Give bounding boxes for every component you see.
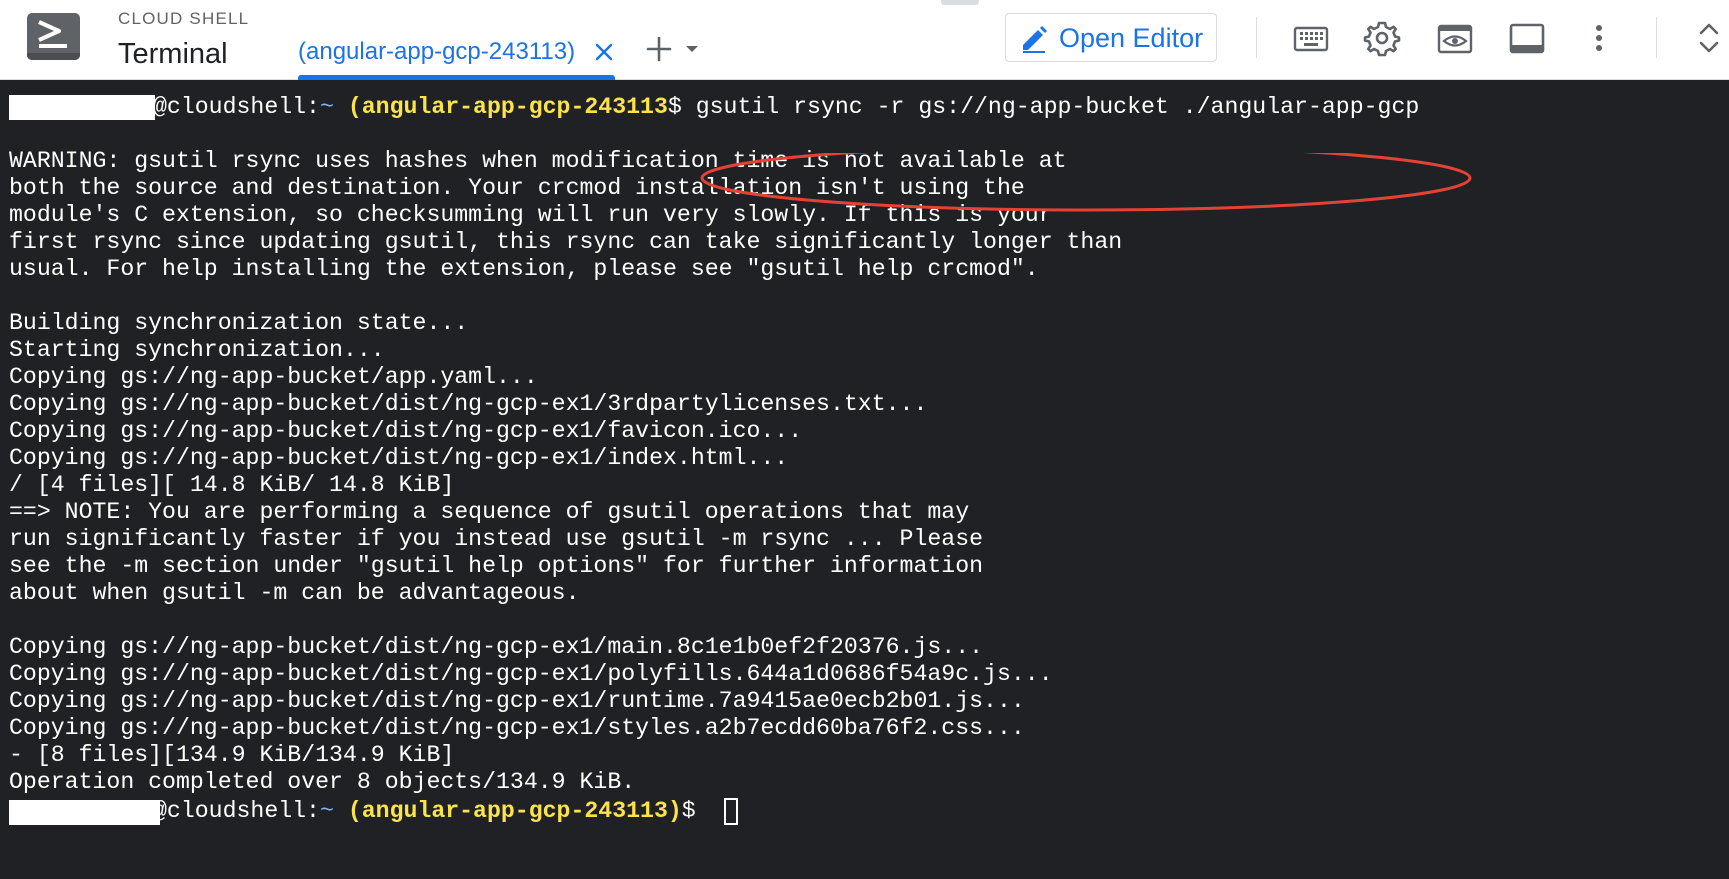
command-text: gsutil rsync -r gs://ng-app-bucket ./ang…	[681, 94, 1420, 120]
output-line: - [8 files][134.9 KiB/134.9 KiB]	[9, 742, 455, 768]
prompt-project: (angular-app-gcp-243113)	[347, 798, 682, 824]
close-icon[interactable]	[592, 40, 616, 64]
output-line: both the source and destination. Your cr…	[9, 175, 1025, 201]
output-line: Operation completed over 8 objects/134.9…	[9, 769, 636, 795]
output-line: Copying gs://ng-app-bucket/dist/ng-gcp-e…	[9, 418, 803, 444]
product-name: CLOUD SHELL	[118, 9, 250, 28]
terminal-app-icon	[27, 13, 80, 60]
output-line: Copying gs://ng-app-bucket/dist/ng-gcp-e…	[9, 634, 984, 660]
cloud-shell-header: CLOUD SHELL Terminal (angular-app-gcp-24…	[0, 0, 1729, 80]
output-line: Starting synchronization...	[9, 337, 385, 363]
plus-icon	[646, 36, 698, 62]
prompt-host: @cloudshell:	[153, 798, 320, 824]
keyboard-icon[interactable]	[1291, 18, 1331, 58]
output-line: run significantly faster if you instead …	[9, 526, 984, 552]
terminal-cursor	[724, 798, 738, 825]
redacted-username	[9, 800, 160, 825]
prompt-dollar: $	[681, 798, 696, 824]
output-line: usual. For help installing the extension…	[9, 256, 1039, 282]
output-line: module's C extension, so checksumming wi…	[9, 202, 1053, 228]
command-prompt-line: @cloudshell:~ (angular-app-gcp-243113$ g…	[9, 94, 1419, 121]
output-line: WARNING: gsutil rsync uses hashes when m…	[9, 148, 1067, 174]
prompt-host: @cloudshell:	[153, 94, 320, 120]
web-preview-icon[interactable]	[1435, 18, 1475, 58]
toolbar-divider	[1656, 17, 1657, 58]
add-tab-button[interactable]	[645, 34, 703, 64]
output-line: see the -m section under "gsutil help op…	[9, 553, 984, 579]
output-line: first rsync since updating gsutil, this …	[9, 229, 1123, 255]
output-line: Copying gs://ng-app-bucket/dist/ng-gcp-e…	[9, 445, 789, 471]
more-vert-icon[interactable]	[1579, 18, 1619, 58]
expand-collapse-icon[interactable]	[1689, 18, 1729, 58]
output-line: / [4 files][ 14.8 KiB/ 14.8 KiB]	[9, 472, 455, 498]
prompt-dollar: $	[667, 94, 682, 120]
open-editor-label: Open Editor	[1059, 23, 1204, 53]
pencil-icon	[1019, 24, 1049, 59]
output-line: Building synchronization state...	[9, 310, 469, 336]
redacted-username	[9, 95, 155, 120]
output-line: Copying gs://ng-app-bucket/dist/ng-gcp-e…	[9, 688, 1025, 714]
output-line: Copying gs://ng-app-bucket/dist/ng-gcp-e…	[9, 715, 1025, 741]
page-title: Terminal	[118, 38, 228, 70]
gear-icon[interactable]	[1362, 18, 1402, 58]
output-line: ==> NOTE: You are performing a sequence …	[9, 499, 970, 525]
active-tab-indicator	[298, 75, 615, 80]
output-line: Copying gs://ng-app-bucket/dist/ng-gcp-e…	[9, 661, 1053, 687]
tab-terminal-session[interactable]: (angular-app-gcp-243113)	[298, 30, 615, 80]
prompt-tilde: ~	[319, 94, 334, 120]
open-editor-button[interactable]: Open Editor	[1005, 13, 1217, 62]
tab-label: (angular-app-gcp-243113)	[298, 38, 576, 65]
output-line: Copying gs://ng-app-bucket/app.yaml...	[9, 364, 538, 390]
output-line: Copying gs://ng-app-bucket/dist/ng-gcp-e…	[9, 391, 928, 417]
layout-icon[interactable]	[1507, 18, 1547, 58]
toolbar-divider	[1256, 17, 1257, 58]
terminal-output[interactable]: @cloudshell:~ (angular-app-gcp-243113$ g…	[0, 81, 1729, 879]
prompt-tilde: ~	[319, 798, 334, 824]
output-line: about when gsutil -m can be advantageous…	[9, 580, 580, 606]
prompt-project: (angular-app-gcp-243113	[347, 94, 668, 120]
resize-handle[interactable]	[941, 0, 979, 5]
